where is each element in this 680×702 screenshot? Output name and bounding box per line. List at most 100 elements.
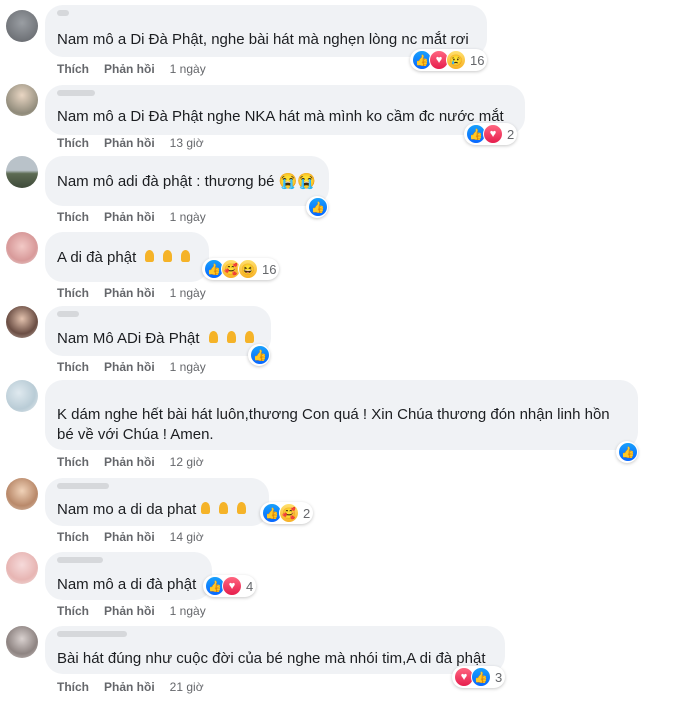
pray-emoji-icon [141,249,158,263]
pray-emoji-icon [241,330,258,344]
pray-emoji-icon [215,501,232,515]
love-icon: ♥ [483,124,503,144]
comment-text: A di đà phật [57,248,194,268]
reaction-summary[interactable]: 👍 [616,441,638,463]
comment-time[interactable]: 13 giờ [170,136,204,150]
pray-emoji-icon [205,330,222,344]
reply-link[interactable]: Phản hồi [104,210,155,224]
avatar[interactable] [6,626,38,658]
avatar[interactable] [6,10,38,42]
comment-author[interactable] [57,631,127,637]
like-icon: 👍 [471,667,491,687]
comment-actions: Thích Phản hồi 21 giờ [57,680,219,694]
like-link[interactable]: Thích [57,286,89,300]
comment-text: Nam mô a di đà phật [57,576,197,593]
reply-link[interactable]: Phản hồi [104,530,155,544]
comment-bubble: Nam mo a di da phat [45,478,269,526]
comment-time[interactable]: 1 ngày [170,604,206,618]
like-link[interactable]: Thích [57,455,89,469]
reply-link[interactable]: Phản hồi [104,360,155,374]
comment-time[interactable]: 1 ngày [170,210,206,224]
comment-author[interactable] [57,311,79,317]
reaction-summary[interactable]: 👍 [248,344,270,366]
avatar[interactable] [6,478,38,510]
reply-link[interactable]: Phản hồi [104,455,155,469]
reply-link[interactable]: Phản hồi [104,680,155,694]
love-icon: ♥ [222,576,242,596]
like-icon: 👍 [618,442,638,462]
reaction-count: 2 [303,505,311,521]
reply-link[interactable]: Phản hồi [104,62,155,76]
comment-bubble: A di đà phật [45,232,209,282]
comment-text: Nam mô adi đà phật : thương bé 😭😭 [57,173,317,190]
reaction-count: 16 [470,52,485,68]
care-icon: 🥰 [279,503,299,523]
comment-actions: Thích Phản hồi 1 ngày [57,360,221,374]
comment-bubble: K dám nghe hết bài hát luôn,thương Con q… [45,380,638,450]
comment-author[interactable] [57,483,109,489]
like-link[interactable]: Thích [57,680,89,694]
reaction-summary[interactable]: 👍 🥰 2 [260,502,314,524]
comment-actions: Thích Phản hồi 13 giờ [57,136,219,150]
comment-text: Nam mo a di da phat [57,500,250,520]
comment-author[interactable] [57,557,103,563]
reply-link[interactable]: Phản hồi [104,604,155,618]
reaction-count: 4 [246,578,254,594]
avatar[interactable] [6,84,38,116]
comment-actions: Thích Phản hồi 1 ngày [57,62,221,76]
reaction-summary[interactable]: ♥ 👍 3 [452,666,506,688]
avatar[interactable] [6,156,38,188]
reaction-count: 16 [262,261,277,277]
reaction-summary[interactable]: 👍 🥰 😆 16 [202,258,280,280]
comment-text: Nam Mô ADi Đà Phật [57,329,258,349]
like-icon: 👍 [308,197,328,217]
reply-link[interactable]: Phản hồi [104,136,155,150]
comment-bubble: Bài hát đúng như cuộc đời của bé nghe mà… [45,626,505,674]
comment-text: K dám nghe hết bài hát luôn,thương Con q… [57,406,610,443]
reaction-summary[interactable]: 👍 ♥ 😢 16 [410,49,488,71]
comment-bubble: Nam Mô ADi Đà Phật [45,306,271,356]
comment-time[interactable]: 21 giờ [170,680,204,694]
reaction-summary[interactable]: 👍 ♥ 2 [464,123,518,145]
pray-emoji-icon [233,501,250,515]
reaction-count: 3 [495,669,503,685]
comment-text: Bài hát đúng như cuộc đời của bé nghe mà… [57,650,486,667]
pray-emoji-icon [197,501,214,515]
like-link[interactable]: Thích [57,604,89,618]
avatar[interactable] [6,380,38,412]
comment-time[interactable]: 1 ngày [170,62,206,76]
comment-author[interactable] [57,10,69,16]
comment-bubble: Nam mô adi đà phật : thương bé 😭😭 [45,156,329,206]
comment-bubble: Nam mô a di đà phật [45,552,212,600]
comment-actions: Thích Phản hồi 1 ngày [57,604,221,618]
reaction-summary[interactable]: 👍 [306,196,328,218]
comment-actions: Thích Phản hồi 1 ngày [57,286,221,300]
comment-bubble: Nam mô a Di Đà Phật nghe NKA hát mà mình… [45,85,525,135]
comment-text: Nam mô a Di Đà Phật nghe NKA hát mà mình… [57,108,504,125]
like-link[interactable]: Thích [57,530,89,544]
pray-emoji-icon [223,330,240,344]
reaction-summary[interactable]: 👍 ♥ 4 [203,575,257,597]
comment-actions: Thích Phản hồi 12 giờ [57,455,219,469]
like-link[interactable]: Thích [57,136,89,150]
like-link[interactable]: Thích [57,360,89,374]
avatar[interactable] [6,306,38,338]
comment-author[interactable] [57,90,95,96]
comment-time[interactable]: 12 giờ [170,455,204,469]
like-link[interactable]: Thích [57,62,89,76]
haha-icon: 😆 [238,259,258,279]
comment-time[interactable]: 14 giờ [170,530,204,544]
avatar[interactable] [6,552,38,584]
pray-emoji-icon [159,249,176,263]
comment-time[interactable]: 1 ngày [170,360,206,374]
like-icon: 👍 [250,345,270,365]
comment-text: Nam mô a Di Đà Phật, nghe bài hát mà ngh… [57,31,469,48]
avatar[interactable] [6,232,38,264]
pray-emoji-icon [177,249,194,263]
comment-time[interactable]: 1 ngày [170,286,206,300]
sad-icon: 😢 [446,50,466,70]
reaction-count: 2 [507,126,515,142]
comment-actions: Thích Phản hồi 14 giờ [57,530,219,544]
reply-link[interactable]: Phản hồi [104,286,155,300]
like-link[interactable]: Thích [57,210,89,224]
